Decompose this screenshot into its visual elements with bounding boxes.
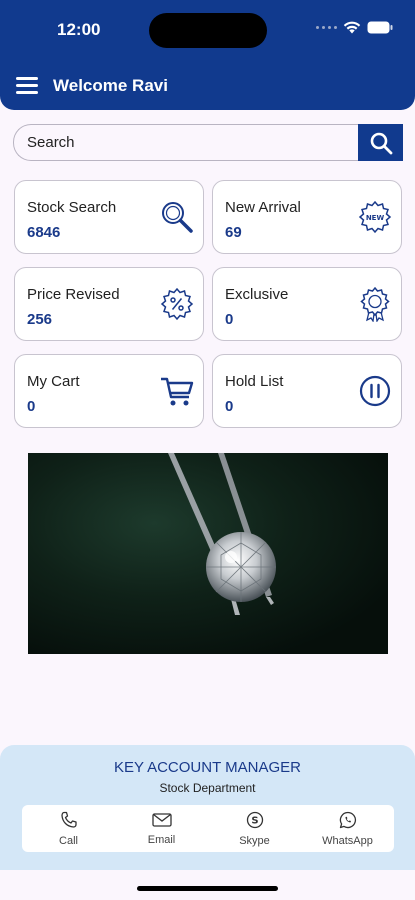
app-header: 12:00 Welcome Ravi <box>0 0 415 110</box>
pause-icon <box>359 375 391 407</box>
home-indicator[interactable] <box>137 886 278 891</box>
kam-title: KEY ACCOUNT MANAGER <box>114 759 301 776</box>
email-button[interactable]: Email <box>115 805 208 852</box>
status-time: 12:00 <box>57 20 101 39</box>
contact-label: Email <box>147 833 176 846</box>
magnifier-icon <box>162 202 193 233</box>
search-input[interactable] <box>13 124 359 161</box>
diamond-banner-image <box>28 453 388 654</box>
card-my-cart[interactable]: My Cart 0 <box>14 354 204 428</box>
card-label: My Cart <box>27 373 80 390</box>
dynamic-island <box>149 13 267 48</box>
battery-icon <box>367 21 393 34</box>
card-new-arrival[interactable]: New Arrival 69 NEW <box>212 180 402 254</box>
skype-button[interactable]: S Skype <box>208 805 301 852</box>
svg-text:NEW: NEW <box>366 214 385 222</box>
search-icon <box>370 132 392 154</box>
skype-icon: S <box>246 811 263 828</box>
search-bar <box>13 124 403 161</box>
phone-icon <box>60 811 77 828</box>
hamburger-menu-icon[interactable] <box>16 77 38 94</box>
status-icons <box>316 21 393 34</box>
card-value: 0 <box>27 398 36 415</box>
card-value: 256 <box>27 311 53 328</box>
diamond-tweezers-illustration <box>168 453 276 615</box>
card-label: Exclusive <box>225 286 289 303</box>
whatsapp-icon <box>339 811 356 828</box>
key-account-manager-panel: KEY ACCOUNT MANAGER Stock Department Cal… <box>0 745 415 870</box>
kam-department: Stock Department <box>159 781 256 795</box>
contact-label: Call <box>59 834 78 847</box>
card-price-revised[interactable]: Price Revised 256 <box>14 267 204 341</box>
whatsapp-button[interactable]: WhatsApp <box>301 805 394 852</box>
contact-bar: Call Email S Skype WhatsApp <box>22 805 394 852</box>
card-label: Hold List <box>225 373 284 390</box>
svg-text:S: S <box>251 815 258 826</box>
contact-label: Skype <box>239 834 270 847</box>
search-button[interactable] <box>358 124 403 161</box>
signal-icon <box>316 26 337 29</box>
percent-icon <box>160 287 194 321</box>
card-value: 69 <box>225 224 242 241</box>
award-icon <box>360 286 390 322</box>
call-button[interactable]: Call <box>22 805 115 852</box>
wifi-icon <box>343 21 361 34</box>
email-icon <box>151 812 172 827</box>
card-exclusive[interactable]: Exclusive 0 <box>212 267 402 341</box>
card-value: 0 <box>225 311 234 328</box>
cart-icon <box>161 377 194 406</box>
card-label: Price Revised <box>27 286 120 303</box>
card-value: 0 <box>225 398 234 415</box>
card-label: New Arrival <box>225 199 301 216</box>
new-badge-icon: NEW <box>358 200 392 234</box>
card-hold-list[interactable]: Hold List 0 <box>212 354 402 428</box>
card-value: 6846 <box>27 224 61 241</box>
card-label: Stock Search <box>27 199 117 216</box>
card-stock-search[interactable]: Stock Search 6846 <box>14 180 204 254</box>
contact-label: WhatsApp <box>322 834 373 847</box>
page-title: Welcome Ravi <box>53 76 168 95</box>
